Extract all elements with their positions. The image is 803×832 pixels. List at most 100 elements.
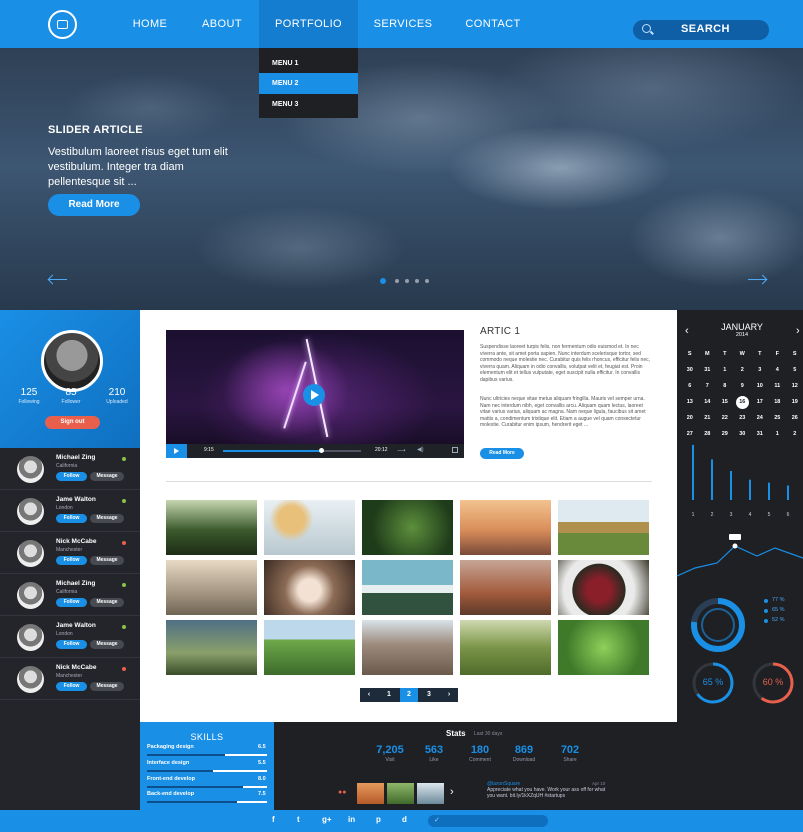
calendar-day[interactable]: 4 [769,362,787,378]
calendar-day[interactable]: 30 [681,362,699,378]
gallery-thumbnail[interactable] [166,560,257,615]
slider-dot-2[interactable] [395,279,399,283]
slider-next-arrow-icon[interactable] [746,272,768,288]
gallery-thumbnail[interactable] [460,620,551,675]
follow-button[interactable]: Follow [56,556,87,565]
slider-prev-arrow-icon[interactable] [47,272,69,288]
calendar-day[interactable]: 12 [786,378,803,394]
message-button[interactable]: Message [90,598,124,607]
follow-button[interactable]: Follow [56,682,87,691]
calendar-day[interactable]: 3 [751,362,769,378]
message-button[interactable]: Message [90,556,124,565]
pagination-page-2[interactable]: 2 [400,688,418,702]
calendar-day[interactable]: 31 [699,362,717,378]
calendar-day[interactable]: 22 [716,410,734,426]
pagination-page-3[interactable]: 3 [420,688,438,702]
search-box[interactable]: SEARCH [633,20,769,40]
dribbble-icon[interactable]: d [402,815,407,824]
follow-button[interactable]: Follow [56,514,87,523]
newsletter-input[interactable]: ✓ [428,815,548,827]
message-button[interactable]: Message [90,640,124,649]
google-plus-icon[interactable]: g+ [322,815,332,824]
calendar-day[interactable]: 13 [681,394,699,410]
calendar-day[interactable]: 9 [734,378,752,394]
nav-contact[interactable]: CONTACT [453,0,533,48]
calendar-day[interactable]: 17 [751,394,769,410]
gallery-thumbnail[interactable] [264,620,355,675]
nav-portfolio[interactable]: PORTFOLIO [259,0,358,48]
gallery-thumbnail[interactable] [362,560,453,615]
nav-about[interactable]: ABOUT [192,0,252,48]
slider-dot-5[interactable] [425,279,429,283]
gallery-thumbnail[interactable] [558,560,649,615]
profile-follower-count: 85 [65,387,77,398]
follow-button[interactable]: Follow [56,472,87,481]
gallery-thumbnail[interactable] [166,620,257,675]
slider-dot-1[interactable] [380,278,386,284]
gallery-thumbnail[interactable] [558,620,649,675]
arrow-right-icon[interactable]: ⟶ [397,447,406,454]
photo-thumbnail[interactable] [417,783,444,804]
calendar-day[interactable]: 23 [734,410,752,426]
article-read-more-button[interactable]: Read More [480,448,524,459]
gallery-thumbnail[interactable] [264,560,355,615]
gallery-thumbnail[interactable] [460,560,551,615]
calendar-day[interactable]: 14 [699,394,717,410]
calendar-day[interactable]: 26 [786,410,803,426]
facebook-icon[interactable]: f [272,815,275,824]
slider-dot-3[interactable] [405,279,409,283]
follow-button[interactable]: Follow [56,640,87,649]
calendar-day[interactable]: 10 [751,378,769,394]
photo-thumbnail[interactable] [387,783,414,804]
calendar-day[interactable]: 1 [716,362,734,378]
linkedin-icon[interactable]: in [348,815,355,824]
calendar-day[interactable]: 25 [769,410,787,426]
sign-out-button[interactable]: Sign out [45,416,100,429]
gallery-thumbnail[interactable] [264,500,355,555]
message-button[interactable]: Message [90,682,124,691]
calendar-day[interactable]: 20 [681,410,699,426]
calendar-day[interactable]: 24 [751,410,769,426]
message-button[interactable]: Message [90,472,124,481]
follow-button[interactable]: Follow [56,598,87,607]
calendar-day[interactable]: 5 [786,362,803,378]
pagination-page-1[interactable]: 1 [380,688,398,702]
nav-services[interactable]: SERVICES [362,0,444,48]
gallery-thumbnail[interactable] [460,500,551,555]
logo-icon[interactable] [48,10,77,39]
dropdown-menu-2[interactable]: MENU 2 [259,73,358,94]
calendar-prev-icon[interactable]: ‹ [685,325,689,337]
calendar-day-today[interactable]: 16 [734,394,752,410]
dropdown-menu-1[interactable]: MENU 1 [259,53,358,74]
pagination-next[interactable]: › [440,688,458,702]
calendar-day[interactable]: 21 [699,410,717,426]
calendar-day[interactable]: 19 [786,394,803,410]
slider-dot-4[interactable] [415,279,419,283]
dropdown-menu-3[interactable]: MENU 3 [259,94,358,115]
gallery-thumbnail[interactable] [362,500,453,555]
volume-icon[interactable]: ◀) [417,446,424,453]
calendar-day[interactable]: 2 [734,362,752,378]
photos-next-icon[interactable]: › [450,786,454,798]
message-button[interactable]: Message [90,514,124,523]
fullscreen-icon[interactable] [452,447,458,453]
video-progress-knob[interactable] [318,448,324,453]
photo-thumbnail[interactable] [357,783,384,804]
twitter-icon[interactable]: t [297,815,300,824]
calendar-day[interactable]: 18 [769,394,787,410]
calendar-day[interactable]: 15 [716,394,734,410]
gallery-thumbnail[interactable] [166,500,257,555]
calendar-day[interactable]: 7 [699,378,717,394]
gallery-thumbnail[interactable] [362,620,453,675]
nav-home[interactable]: HOME [122,0,178,48]
slider-read-more-button[interactable]: Read More [48,194,140,216]
pagination-prev[interactable]: ‹ [360,688,378,702]
pinterest-icon[interactable]: p [376,815,381,824]
calendar-day[interactable]: 6 [681,378,699,394]
calendar-day[interactable]: 8 [716,378,734,394]
calendar-day[interactable]: 11 [769,378,787,394]
gallery-thumbnail[interactable] [558,500,649,555]
calendar-next-icon[interactable]: › [796,325,800,337]
video-play-icon[interactable] [303,384,325,406]
play-button-icon[interactable] [166,444,187,458]
